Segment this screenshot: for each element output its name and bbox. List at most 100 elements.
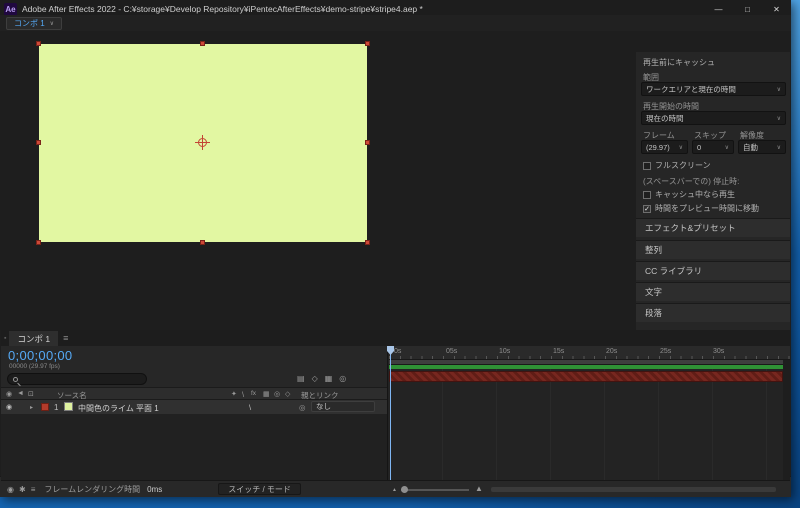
chevron-down-icon: ∨ bbox=[776, 144, 781, 151]
viewer-tab-row: コンポ 1 ∨ bbox=[0, 15, 791, 31]
cache-before-playback-option[interactable]: 再生前にキャッシュ bbox=[643, 57, 715, 68]
frame-counter: 00000 (29.97 fps) bbox=[9, 363, 60, 370]
track-overflow-area bbox=[783, 360, 790, 480]
chevron-down-icon: ∨ bbox=[776, 115, 781, 122]
layer-visibility-toggle[interactable]: ◉ bbox=[6, 403, 12, 411]
fx-column-icon[interactable]: fx bbox=[251, 390, 256, 397]
skip-dropdown[interactable]: 0 ∨ bbox=[692, 140, 734, 154]
eye-column-icon[interactable]: ◉ bbox=[6, 390, 12, 398]
ruler-label: 20s bbox=[606, 348, 618, 355]
layer-twirl-icon[interactable]: ▸ bbox=[30, 404, 33, 411]
selection-handle[interactable] bbox=[365, 41, 370, 46]
play-cached-checkbox[interactable] bbox=[643, 190, 651, 199]
move-time-option[interactable]: ✓ 時間をプレビュー時間に移動 bbox=[643, 203, 759, 214]
timeline-search-field[interactable] bbox=[7, 373, 147, 385]
shy-column-icon[interactable]: ✦ bbox=[231, 390, 237, 398]
range-value: ワークエリアと現在の時間 bbox=[646, 84, 736, 94]
motion-blur-icon[interactable]: ◎ bbox=[339, 374, 346, 383]
app-icon: Ae bbox=[4, 2, 17, 16]
range-dropdown[interactable]: ワークエリアと現在の時間 ∨ bbox=[641, 82, 786, 96]
play-from-dropdown[interactable]: 現在の時間 ∨ bbox=[641, 111, 786, 125]
cached-frames-indicator bbox=[389, 365, 783, 369]
panel-paragraph[interactable]: 段落 bbox=[636, 303, 790, 322]
resolution-dropdown[interactable]: 自動 ∨ bbox=[738, 140, 786, 154]
timeline-layer-area: 0;00;00;00 00000 (29.97 fps) ▤ ◇ ▦ ◎ ◉ ◄… bbox=[1, 346, 388, 480]
motion-blur-column-icon[interactable]: ◎ bbox=[274, 390, 280, 398]
search-icon bbox=[13, 376, 18, 382]
layer-name[interactable]: 中間色のライム 平面 1 bbox=[78, 403, 159, 414]
anchor-point[interactable] bbox=[195, 135, 210, 150]
chevron-down-icon[interactable]: ∨ bbox=[50, 20, 54, 27]
parent-dropdown[interactable]: なし ∨ bbox=[311, 401, 375, 412]
horizontal-scrollbar[interactable] bbox=[491, 487, 776, 492]
play-from-value: 現在の時間 bbox=[646, 113, 684, 123]
ruler-label: 30s bbox=[713, 348, 725, 355]
fullscreen-option[interactable]: フルスクリーン bbox=[643, 160, 711, 171]
panel-align[interactable]: 整列 bbox=[636, 240, 790, 259]
mini-flowchart-icon[interactable]: ▤ bbox=[297, 374, 305, 383]
panel-menu-icon[interactable]: ≡ bbox=[63, 333, 68, 343]
selection-handle[interactable] bbox=[200, 41, 205, 46]
resolution-value: 自動 bbox=[743, 142, 758, 152]
zoom-slider-handle[interactable] bbox=[401, 486, 408, 493]
layer-label-swatch[interactable] bbox=[41, 403, 49, 411]
current-timecode[interactable]: 0;00;00;00 bbox=[8, 348, 72, 363]
parent-pickwhip-icon[interactable]: ◎ bbox=[299, 403, 306, 412]
panel-character[interactable]: 文字 bbox=[636, 282, 790, 301]
zoom-in-icon[interactable]: ▲ bbox=[475, 484, 483, 493]
selection-handle[interactable] bbox=[36, 140, 41, 145]
zoom-out-icon[interactable]: ▲ bbox=[392, 487, 397, 493]
render-time-icon[interactable]: ◉ bbox=[7, 485, 14, 494]
performance-icon[interactable]: ✱ bbox=[19, 485, 26, 494]
timeline-footer-left: ◉ ✱ ≡ フレームレンダリング時間 0ms スイッチ / モード bbox=[1, 481, 301, 497]
selection-handle[interactable] bbox=[200, 240, 205, 245]
audio-column-icon[interactable]: ◄ bbox=[17, 390, 24, 397]
composition-canvas[interactable] bbox=[36, 41, 370, 245]
playhead[interactable] bbox=[387, 346, 394, 480]
selection-handle[interactable] bbox=[365, 240, 370, 245]
on-stop-label: (スペースバーでの) 停止時: bbox=[643, 177, 740, 186]
framerate-value: (29.97) bbox=[646, 142, 670, 152]
selection-handle[interactable] bbox=[365, 140, 370, 145]
viewer-tab-comp-1[interactable]: コンポ 1 ∨ bbox=[6, 16, 63, 30]
move-time-checkbox[interactable]: ✓ bbox=[643, 204, 651, 213]
layer-quality-switch[interactable]: \ bbox=[249, 403, 251, 412]
threed-column-icon[interactable]: ◇ bbox=[285, 390, 290, 398]
play-cached-option[interactable]: キャッシュ中なら再生 bbox=[643, 189, 735, 200]
quality-column-icon[interactable]: \ bbox=[242, 390, 244, 399]
panel-cc-libraries[interactable]: CC ライブラリ bbox=[636, 261, 790, 280]
chevron-down-icon: ∨ bbox=[319, 404, 324, 410]
frame-blending-icon[interactable]: ▦ bbox=[325, 374, 333, 383]
preview-panel: 再生前にキャッシュ 範囲 ワークエリアと現在の時間 ∨ 再生開始の時間 現在の時… bbox=[636, 52, 790, 330]
panel-effects-presets[interactable]: エフェクト&プリセット bbox=[636, 218, 790, 237]
timeline-search-input[interactable] bbox=[22, 374, 141, 384]
switches-modes-button[interactable]: スイッチ / モード bbox=[218, 483, 301, 495]
time-ruler[interactable]: 0s 05s 10s 15s 20s 25s 30s bbox=[389, 346, 790, 360]
framerate-dropdown[interactable]: (29.97) ∨ bbox=[641, 140, 688, 154]
selection-handle[interactable] bbox=[36, 41, 41, 46]
timeline-footer: ◉ ✱ ≡ フレームレンダリング時間 0ms スイッチ / モード ▲ ▲ bbox=[1, 480, 790, 497]
selection-handle[interactable] bbox=[36, 240, 41, 245]
layer-row[interactable]: ◉ ▸ 1 中間色のライム 平面 1 \ ◎ なし ∨ bbox=[1, 400, 387, 414]
composition-panel: ▪ コンポジション コンポ 1 ≡ コンポ 1 ∨ 12.5 % ∨ ◻ ⊞ (… bbox=[0, 0, 791, 497]
timeline-zoom-slider[interactable] bbox=[401, 486, 469, 493]
desktop-wallpaper: Ae Adobe After Effects 2022 - C:¥storage… bbox=[0, 0, 800, 508]
move-time-label: 時間をプレビュー時間に移動 bbox=[655, 204, 759, 213]
after-effects-window: Ae Adobe After Effects 2022 - C:¥storage… bbox=[0, 0, 791, 497]
skip-value: 0 bbox=[697, 142, 702, 152]
timeline-panel: ▪ コンポ 1 ≡ 0;00;00;00 00000 (29.97 fps) ▤… bbox=[1, 330, 790, 497]
ruler-label: 0s bbox=[394, 348, 402, 355]
tab-grip-icon: ▪ bbox=[4, 334, 7, 342]
timeline-options-icon[interactable]: ≡ bbox=[31, 485, 36, 494]
fullscreen-checkbox[interactable] bbox=[643, 161, 651, 170]
layer-duration-bar[interactable] bbox=[389, 371, 783, 382]
timeline-tab-comp-1[interactable]: コンポ 1 bbox=[9, 331, 59, 346]
timeline-tabbar: ▪ コンポ 1 ≡ bbox=[1, 330, 790, 346]
frame-blend-column-icon[interactable]: ▦ bbox=[263, 390, 270, 398]
lock-column-icon[interactable]: ⊡ bbox=[28, 390, 34, 398]
layer-number: 1 bbox=[54, 403, 59, 412]
fullscreen-label: フルスクリーン bbox=[655, 161, 711, 170]
layer-color-swatch bbox=[64, 402, 73, 411]
draft-3d-icon[interactable]: ◇ bbox=[312, 374, 318, 383]
ruler-label: 10s bbox=[499, 348, 511, 355]
